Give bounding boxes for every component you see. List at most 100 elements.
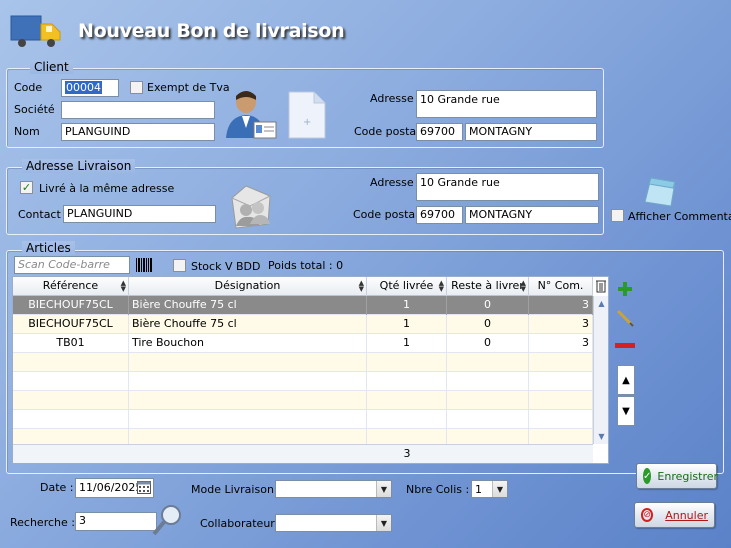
scroll-up-icon[interactable]: ▲ (594, 296, 608, 311)
table-cell: Bière Chouffe 75 cl (129, 296, 367, 315)
table-cell: 1 (367, 334, 447, 353)
sort-icon: ▲ ▼ (520, 279, 526, 293)
table-cell (447, 372, 529, 391)
exempt-tva-checkbox[interactable] (130, 81, 143, 94)
sort-icon: ▲ ▼ (438, 279, 444, 293)
recherche-field[interactable]: 3 (75, 512, 157, 531)
table-row[interactable] (13, 410, 593, 429)
livraison-cp-field[interactable]: 69700 (416, 206, 463, 224)
arrow-down-icon[interactable]: ▼ (617, 396, 635, 426)
total-qte: 3 (403, 447, 411, 460)
col-num-commande[interactable]: N° Com. (529, 277, 593, 296)
magnifier-icon[interactable] (150, 503, 184, 540)
window-title: Nouveau Bon de livraison (78, 20, 345, 42)
show-comment-label: Afficher Commentaire (628, 210, 731, 223)
cancel-icon: ⊘ (641, 508, 654, 522)
table-row[interactable] (13, 353, 593, 372)
barcode-icon[interactable] (135, 257, 153, 276)
articles-legend: Articles (22, 241, 75, 255)
table-row[interactable]: BIECHOUF75CL Bière Chouffe 75 cl 1 0 3 (13, 296, 593, 315)
societe-field[interactable] (61, 101, 215, 119)
table-scrollbar[interactable]: ▲ ▼ (593, 296, 608, 444)
client-ville-field[interactable]: MONTAGNY (465, 123, 597, 141)
table-cell (447, 353, 529, 372)
table-cell: BIECHOUF75CL (13, 315, 129, 334)
sort-icon: ▲ ▼ (358, 279, 364, 293)
table-cell (129, 353, 367, 372)
table-cell: Bière Chouffe 75 cl (129, 315, 367, 334)
table-cell (529, 410, 593, 429)
livraison-cp-label: Code postal (353, 208, 419, 221)
table-cell (529, 353, 593, 372)
table-row[interactable] (13, 372, 593, 391)
blank-document-icon[interactable]: + (288, 91, 326, 142)
cancel-button[interactable]: ⊘ Annuler (634, 502, 715, 528)
mode-livraison-select[interactable]: ▼ (275, 480, 392, 498)
user-card-icon[interactable] (224, 88, 278, 143)
note-icon[interactable] (643, 176, 679, 211)
livraison-ville-field[interactable]: MONTAGNY (465, 206, 599, 224)
calendar-icon[interactable] (137, 481, 151, 497)
col-reference[interactable]: ▲ ▼ Référence (13, 277, 129, 296)
save-button[interactable]: ✓ Enregistrer (636, 463, 718, 489)
table-cell: 0 (447, 334, 529, 353)
client-cp-field[interactable]: 69700 (416, 123, 463, 141)
table-cell: TB01 (13, 334, 129, 353)
col-reste-livrer[interactable]: ▲ ▼ Reste à livrer (447, 277, 529, 296)
livraison-legend: Adresse Livraison (22, 159, 136, 173)
same-address-checkbox[interactable]: ✓ (20, 181, 33, 194)
nbre-colis-label: Nbre Colis : (406, 483, 470, 496)
articles-table: ▲ ▼ Référence ▲ ▼ Désignation ▲ ▼ Qté livrée ▲… (12, 276, 609, 464)
table-cell (367, 353, 447, 372)
delivery-note-window: Nouveau Bon de livraison Client Code 000… (0, 0, 731, 548)
table-cell (13, 353, 129, 372)
nom-field[interactable]: PLANGUIND (61, 123, 215, 141)
chevron-down-icon: ▼ (376, 481, 391, 497)
table-cell: 0 (447, 296, 529, 315)
contact-label: Contact (18, 208, 61, 221)
table-cell (13, 410, 129, 429)
sort-icon: ▲ ▼ (120, 279, 126, 293)
table-cell (447, 391, 529, 410)
arrow-up-icon[interactable]: ▲ (617, 365, 635, 395)
nbre-colis-select[interactable]: 1 ▼ (471, 480, 508, 498)
table-row[interactable] (13, 391, 593, 410)
client-adresse-label: Adresse (370, 92, 414, 105)
client-adresse-field[interactable]: 10 Grande rue (416, 90, 597, 118)
code-field[interactable]: 00004 (61, 79, 119, 97)
table-cell (529, 391, 593, 410)
table-cell (367, 410, 447, 429)
table-cell: 1 (367, 315, 447, 334)
stock-bdd-checkbox[interactable] (173, 259, 186, 272)
exempt-tva-label: Exempt de Tva (147, 81, 230, 94)
livraison-adresse-field[interactable]: 10 Grande rue (416, 173, 599, 201)
date-label: Date : (40, 481, 74, 494)
edit-pencil-icon[interactable] (616, 309, 634, 330)
chevron-down-icon: ▼ (376, 515, 391, 531)
table-header: ▲ ▼ Référence ▲ ▼ Désignation ▲ ▼ Qté livrée ▲… (13, 277, 593, 296)
contacts-icon[interactable] (226, 184, 274, 233)
recherche-label: Recherche : (10, 516, 75, 529)
show-comment-checkbox[interactable] (611, 209, 624, 222)
col-qte-livree[interactable]: ▲ ▼ Qté livrée (367, 277, 447, 296)
contact-field[interactable]: PLANGUIND (63, 205, 216, 223)
table-cell: 1 (367, 296, 447, 315)
table-cell: 3 (529, 296, 593, 315)
minus-icon[interactable] (615, 340, 635, 353)
collaborateur-select[interactable]: ▼ (275, 514, 392, 532)
scan-barcode-input[interactable]: Scan Code-barre (14, 256, 130, 274)
table-settings-icon[interactable] (595, 279, 607, 293)
table-cell: 3 (529, 334, 593, 353)
same-address-label: Livré à la même adresse (39, 182, 175, 195)
col-designation[interactable]: ▲ ▼ Désignation (129, 277, 367, 296)
chevron-down-icon: ▼ (492, 481, 507, 497)
table-cell (13, 391, 129, 410)
stock-bdd-label: Stock V BDD (191, 260, 261, 273)
scroll-down-icon[interactable]: ▼ (594, 429, 608, 444)
plus-icon[interactable] (616, 280, 634, 301)
table-cell: Tire Bouchon (129, 334, 367, 353)
table-footer: 3 (13, 444, 593, 463)
check-icon: ✓ (643, 468, 652, 484)
table-row[interactable]: BIECHOUF75CL Bière Chouffe 75 cl 1 0 3 (13, 315, 593, 334)
table-row[interactable]: TB01 Tire Bouchon 1 0 3 (13, 334, 593, 353)
